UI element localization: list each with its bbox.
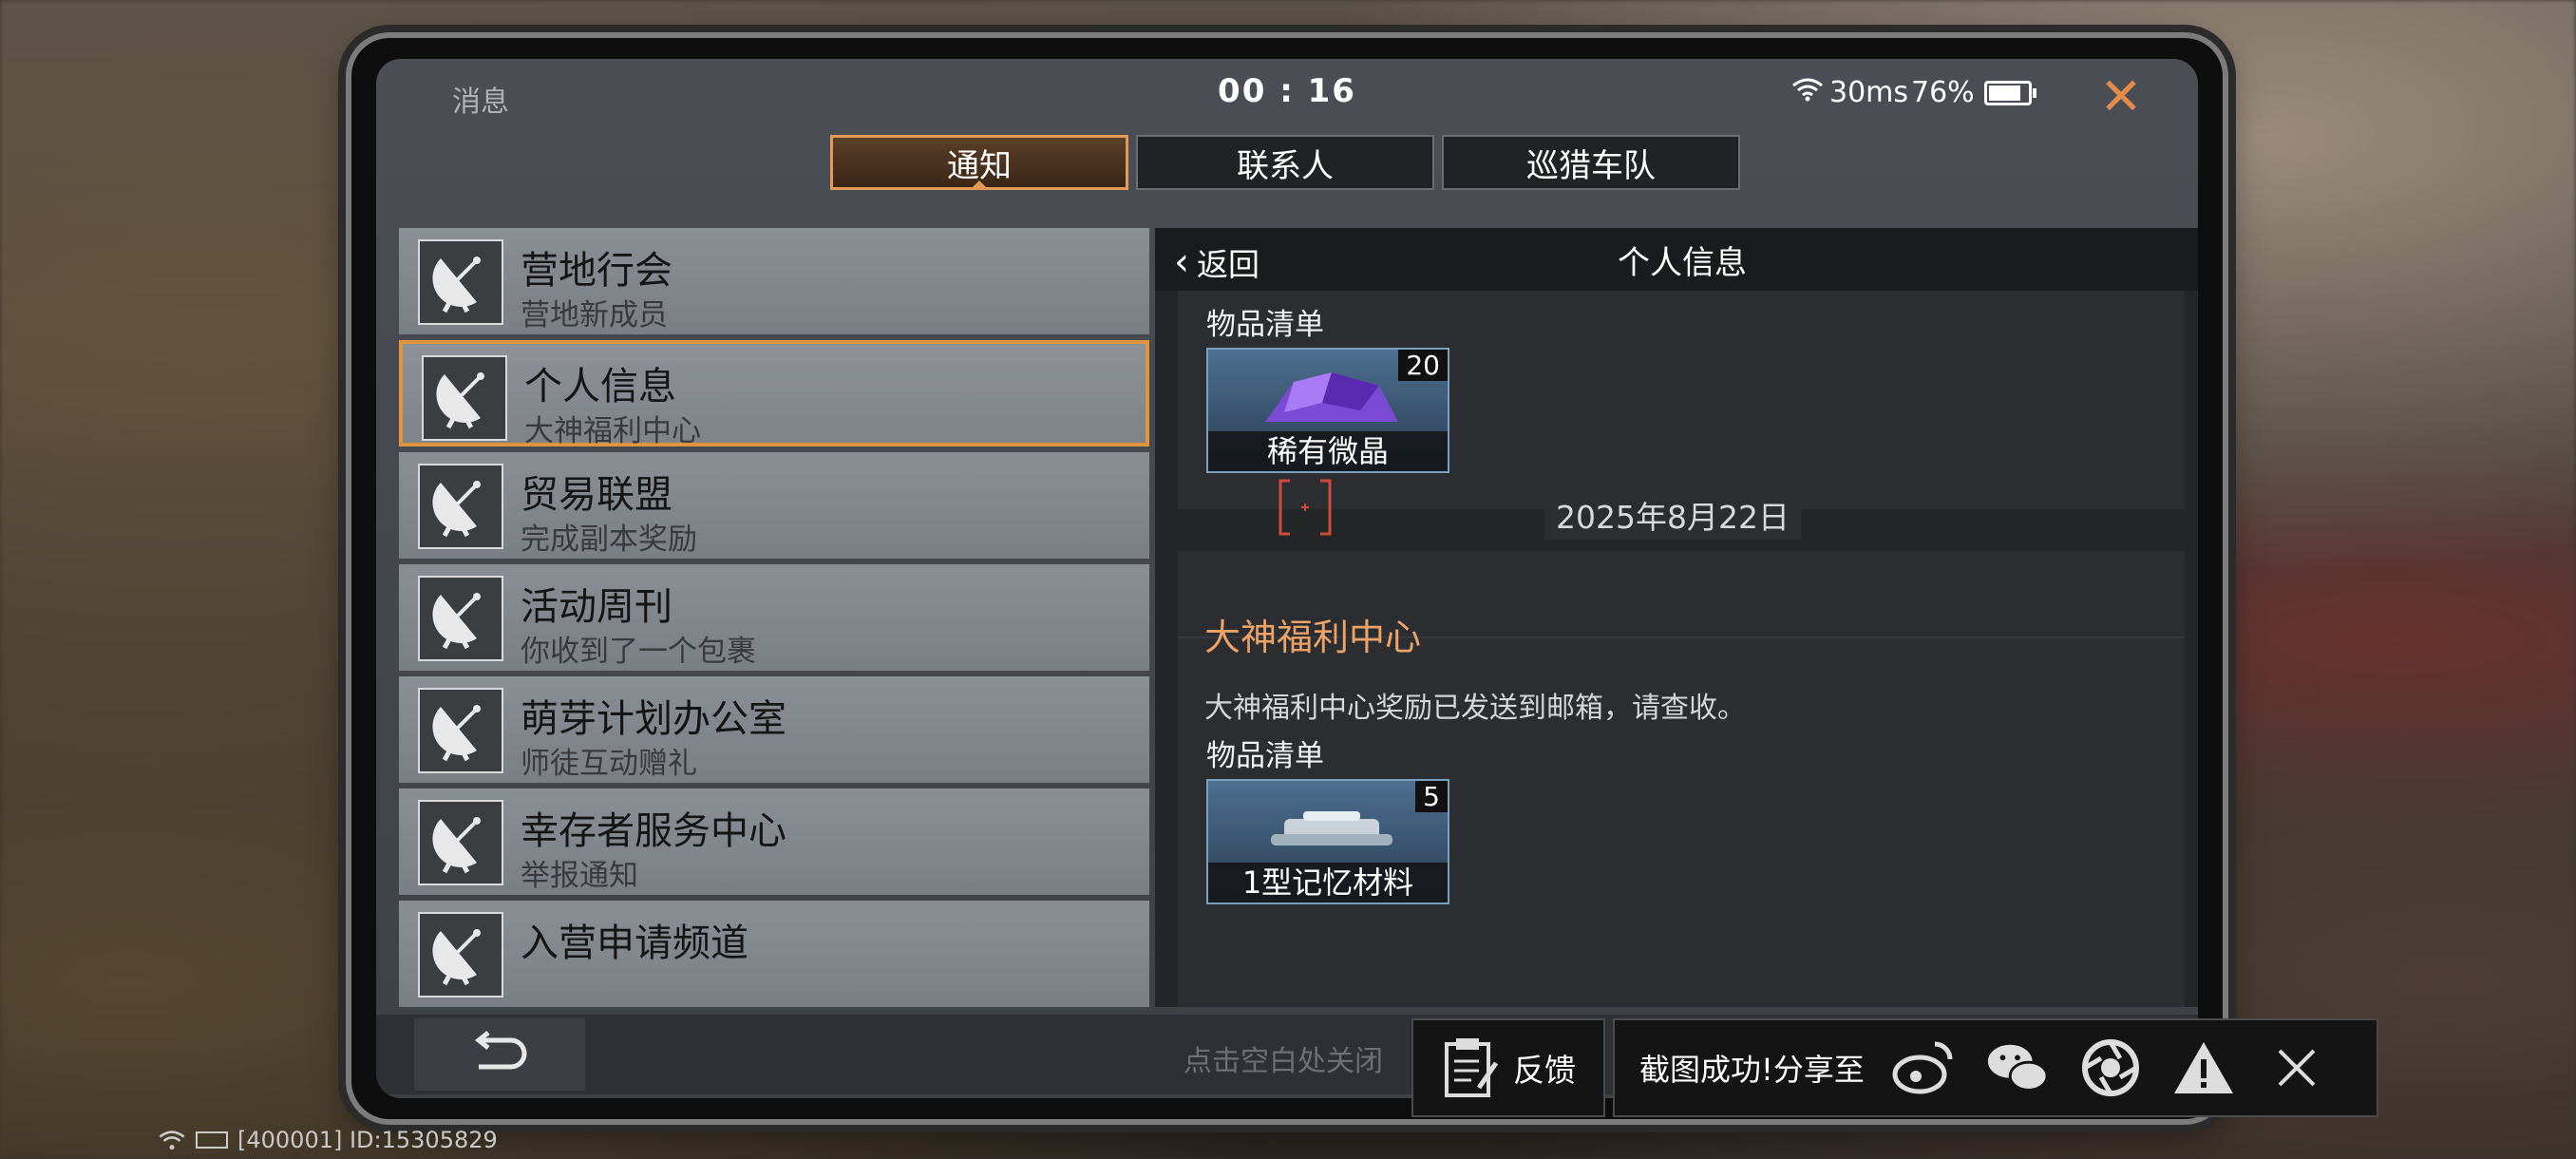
battery-status: 76%	[1911, 76, 2036, 109]
expand-icon[interactable]	[1277, 479, 1334, 536]
feedback-button[interactable]: 反馈	[1411, 1018, 1605, 1117]
radar-dish-icon	[418, 576, 503, 661]
undo-icon	[474, 1031, 527, 1070]
wifi-icon	[159, 1130, 185, 1150]
previous-message-card: 物品清单 20 稀有微晶	[1178, 291, 2185, 509]
device-footer: [400001] ID:15305829	[158, 1127, 498, 1153]
channel-list[interactable]: 营地行会营地新成员个人信息大神福利中心贸易联盟完成副本奖励活动周刊你收到了一个包…	[399, 228, 1149, 1007]
list-item[interactable]: 幸存者服务中心举报通知	[399, 788, 1149, 895]
tab-notifications[interactable]: 通知	[830, 135, 1128, 190]
crystal-icon	[1265, 372, 1398, 422]
list-item-subtitle: 大神福利中心	[524, 414, 701, 448]
radar-dish-icon	[418, 800, 503, 885]
battery-text: 76%	[1911, 76, 1975, 109]
list-item-subtitle: 举报通知	[521, 859, 638, 893]
weibo-icon[interactable]	[1891, 1035, 1958, 1101]
list-item[interactable]: 萌芽计划办公室师徒互动赠礼	[399, 676, 1149, 783]
message-detail: ‹ 返回 个人信息 物品清单 20 稀有微晶 2025年8月22日 大神福利中心…	[1155, 228, 2198, 1007]
list-item-title: 个人信息	[524, 365, 676, 408]
message-sender: 大神福利中心	[1204, 617, 1422, 658]
list-item-subtitle: 营地新成员	[521, 298, 668, 332]
battery-icon	[196, 1131, 228, 1149]
close-hint[interactable]: 点击空白处关闭	[1184, 1037, 1383, 1079]
radar-dish-icon	[422, 355, 507, 441]
player-id: [400001] ID:15305829	[237, 1127, 498, 1153]
warning-icon[interactable]	[2170, 1035, 2237, 1101]
tab-contacts[interactable]: 联系人	[1136, 135, 1434, 190]
list-item[interactable]: 个人信息大神福利中心	[399, 340, 1149, 448]
item-list-label-2: 物品清单	[1206, 739, 1324, 773]
reward-item-2[interactable]: 5 1型记忆材料	[1206, 779, 1449, 904]
list-item-subtitle: 完成副本奖励	[521, 522, 697, 557]
list-item-subtitle: 师徒互动赠礼	[521, 747, 697, 781]
list-item-title: 幸存者服务中心	[521, 809, 786, 853]
list-item[interactable]: 贸易联盟完成副本奖励	[399, 452, 1149, 559]
list-item-title: 活动周刊	[521, 585, 672, 629]
close-icon[interactable]	[2263, 1035, 2330, 1101]
item-name: 稀有微晶	[1208, 431, 1448, 471]
tab-bar: 通知 联系人 巡猎车队	[830, 135, 1740, 190]
reward-item[interactable]: 20 稀有微晶	[1206, 348, 1449, 473]
share-label: 截图成功!分享至	[1639, 1052, 1865, 1088]
item-list-label: 物品清单	[1206, 308, 1324, 342]
list-item-title: 入营申请频道	[521, 922, 748, 965]
tab-hunting-squad[interactable]: 巡猎车队	[1442, 135, 1740, 190]
item-count: 20	[1398, 350, 1448, 381]
message-panel-frame: 消息 00 : 16 30ms 76% ✕ 通知 联系人 巡猎车队 营地行会 营地…	[351, 38, 2223, 1119]
message-date: 2025年8月22日	[1544, 490, 1801, 540]
battery-icon	[1983, 80, 2036, 105]
list-item-title: 萌芽计划办公室	[521, 697, 786, 741]
wechat-icon[interactable]	[1984, 1035, 2051, 1101]
close-icon[interactable]: ✕	[2091, 66, 2151, 127]
detail-header: ‹ 返回 个人信息	[1155, 228, 2198, 291]
clipboard-icon	[1445, 1038, 1499, 1097]
radar-dish-icon	[418, 912, 503, 998]
list-item-subtitle: 你收到了一个包裹	[521, 635, 756, 669]
message-body: 大神福利中心奖励已发送到邮箱，请查收。	[1204, 692, 1746, 725]
message-panel: 消息 00 : 16 30ms 76% ✕ 通知 联系人 巡猎车队 营地行会 营地…	[376, 59, 2198, 1098]
wifi-icon	[1791, 76, 1824, 109]
network-status: 30ms	[1791, 76, 1908, 109]
undo-button[interactable]	[414, 1018, 585, 1091]
list-item-title: 营地行会	[521, 249, 672, 293]
memory-material-icon	[1271, 811, 1392, 846]
list-item[interactable]: 入营申请频道	[399, 901, 1149, 1007]
ping-text: 30ms	[1829, 76, 1909, 109]
feedback-label: 反馈	[1513, 1052, 1576, 1089]
radar-dish-icon	[418, 464, 503, 549]
detail-title: 个人信息	[1618, 243, 1747, 282]
list-item-title: 贸易联盟	[521, 473, 672, 517]
radar-dish-icon	[418, 688, 503, 773]
item-count-2: 5	[1415, 781, 1448, 812]
item-name-2: 1型记忆材料	[1208, 863, 1448, 902]
list-item[interactable]: 营地行会 营地新成员	[399, 228, 1149, 334]
aperture-icon[interactable]	[2077, 1035, 2144, 1101]
list-item[interactable]: 活动周刊你收到了一个包裹	[399, 564, 1149, 671]
share-toast: 截图成功!分享至	[1613, 1018, 2378, 1117]
radar-dish-icon	[418, 239, 503, 325]
